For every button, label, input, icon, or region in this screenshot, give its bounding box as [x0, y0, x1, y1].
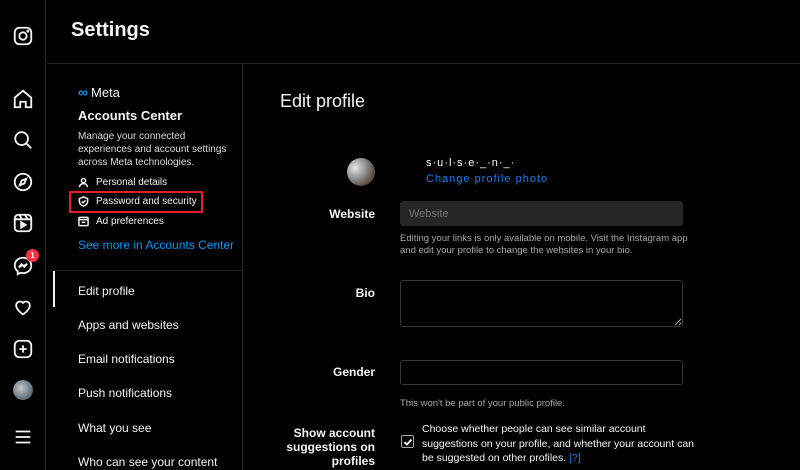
accounts-center-personal-details[interactable]: Personal details	[78, 177, 167, 188]
nav-item-who-can-see[interactable]: Who can see your content	[78, 455, 217, 469]
change-profile-photo-link[interactable]: Change profile photo	[426, 173, 548, 185]
edit-profile-title: Edit profile	[280, 91, 366, 111]
accounts-center-ad-preferences[interactable]: Ad preferences	[78, 216, 164, 227]
suggestions-description-text: Choose whether people can see similar ac…	[422, 423, 695, 464]
profile-photo[interactable]	[347, 158, 375, 186]
active-nav-indicator	[53, 271, 55, 307]
avatar	[13, 380, 33, 400]
meta-infinity-icon: ∞	[78, 84, 88, 100]
page-title: Settings	[71, 19, 150, 41]
ad-icon	[78, 216, 89, 227]
menu-icon[interactable]	[11, 425, 35, 449]
edit-profile-panel: Edit profile s·u·l·s·e·_·n·_· Change pro…	[244, 64, 800, 470]
suggestions-label: Show account suggestions on profiles	[286, 426, 375, 468]
username: s·u·l·s·e·_·n·_·	[426, 157, 516, 169]
messenger-icon[interactable]: 1	[11, 249, 39, 278]
icon-rail: 1	[0, 0, 46, 470]
nav-item-email-notifications[interactable]: Email notifications	[78, 352, 175, 366]
accounts-center-card: ∞ Meta Accounts Center Manage your conne…	[53, 64, 243, 271]
bio-label: Bio	[355, 286, 375, 300]
checkmark-icon	[403, 438, 412, 446]
instagram-icon[interactable]	[11, 24, 35, 48]
gender-input[interactable]	[400, 360, 683, 385]
settings-sidebar: ∞ Meta Accounts Center Manage your conne…	[53, 64, 243, 470]
nav-item-apps-websites[interactable]: Apps and websites	[78, 318, 179, 332]
accounts-center-item-label: Personal details	[96, 177, 168, 188]
suggestions-description: Choose whether people can see similar ac…	[422, 422, 704, 466]
home-icon[interactable]	[11, 87, 35, 111]
website-label: Website	[329, 207, 375, 221]
gender-help-text: This won't be part of your public profil…	[400, 398, 565, 409]
accounts-center-title: Accounts Center	[78, 108, 183, 123]
website-input[interactable]	[400, 201, 683, 226]
reels-icon[interactable]	[11, 211, 35, 235]
gender-label: Gender	[332, 365, 375, 379]
meta-logo: ∞ Meta	[78, 84, 120, 100]
meta-brand-label: Meta	[90, 84, 120, 100]
website-help-text: Editing your links is only available on …	[400, 233, 688, 256]
nav-item-edit-profile[interactable]: Edit profile	[78, 284, 135, 298]
accounts-center-item-label: Ad preferences	[96, 216, 164, 227]
see-more-accounts-center-link[interactable]: See more in Accounts Center	[78, 238, 234, 252]
suggestions-help-link[interactable]: [?]	[569, 452, 581, 464]
password-security-highlight	[69, 191, 203, 213]
suggestions-checkbox[interactable]	[401, 435, 414, 448]
search-icon[interactable]	[11, 128, 35, 152]
person-icon	[78, 177, 89, 188]
nav-item-push-notifications[interactable]: Push notifications	[78, 386, 172, 400]
heart-icon[interactable]	[11, 295, 35, 319]
accounts-center-description: Manage your connected experiences and ac…	[78, 131, 227, 168]
create-icon[interactable]	[11, 337, 35, 361]
nav-item-what-you-see[interactable]: What you see	[78, 421, 151, 435]
notification-badge: 1	[26, 249, 39, 262]
explore-icon[interactable]	[11, 170, 35, 194]
bio-textarea[interactable]	[400, 280, 683, 327]
settings-header: Settings	[47, 0, 800, 64]
profile-avatar[interactable]	[11, 378, 35, 402]
